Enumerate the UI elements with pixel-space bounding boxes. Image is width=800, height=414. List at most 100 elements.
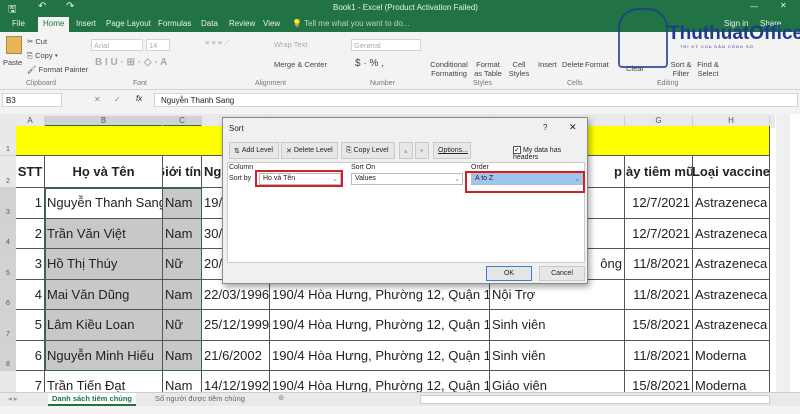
cell-f8[interactable]: Sinh viên — [490, 340, 625, 371]
cell-b8[interactable]: Nguyễn Minh Hiếu — [45, 340, 163, 371]
cell-a6[interactable]: 4 — [16, 279, 45, 310]
copy-button[interactable]: ⎘ Copy ▾ — [27, 51, 58, 61]
paste-icon[interactable] — [6, 36, 22, 54]
close-icon[interactable]: ✕ — [780, 1, 787, 10]
cell-g9[interactable]: 15/8/2021 — [625, 371, 693, 392]
row-header-3[interactable]: 3 — [0, 188, 16, 219]
horizontal-scrollbar[interactable] — [420, 395, 770, 404]
row-header-8[interactable]: 8 — [0, 340, 16, 371]
cell-c8[interactable]: Nam — [163, 340, 202, 371]
confirm-entry-icon[interactable]: ✓ — [114, 95, 121, 104]
format-painter-button[interactable]: 🖌 Format Painter — [27, 65, 88, 74]
add-sheet-icon[interactable]: ⊕ — [278, 393, 284, 402]
cell-f9[interactable]: Giáo viên — [490, 371, 625, 392]
cell-d7[interactable]: 25/12/1999 — [202, 310, 270, 341]
tab-home[interactable]: Home — [38, 17, 70, 32]
font-style-buttons[interactable]: B I U · ⊞ · ◇ · A — [95, 57, 167, 68]
tab-review[interactable]: Review — [229, 19, 255, 28]
merge-center-button[interactable]: Merge & Center — [274, 60, 327, 69]
header-cell-a[interactable]: STT — [16, 156, 45, 188]
cell-g6[interactable]: 11/8/2021 — [625, 279, 693, 310]
copy-level-button[interactable]: ⎘ Copy Level — [341, 142, 395, 159]
options-button[interactable]: Options... — [433, 142, 471, 159]
sheet-tab-active[interactable]: Danh sách tiêm chủng — [48, 393, 137, 406]
cell-e7[interactable]: 190/4 Hòa Hưng, Phường 12, Quận 10 — [270, 310, 490, 341]
cell-d9[interactable]: 14/12/1992 — [202, 371, 270, 392]
has-headers-checkbox[interactable]: ✓ My data has headers — [513, 146, 587, 161]
align-buttons[interactable]: ≡ ≡ ≡ ⟋ — [205, 38, 230, 48]
cell-b7[interactable]: Lâm Kiều Loan — [45, 310, 163, 341]
row-header-2[interactable]: 2 — [0, 156, 16, 188]
header-cell-h[interactable]: Loại vaccine — [693, 156, 770, 188]
insert-cells-button[interactable]: Insert — [538, 60, 557, 69]
cell-a4[interactable]: 2 — [16, 218, 45, 249]
cell-g5[interactable]: 11/8/2021 — [625, 249, 693, 280]
format-as-table-button[interactable]: Format as Table — [472, 60, 504, 78]
cell-e6[interactable]: 190/4 Hòa Hưng, Phường 12, Quận 10 — [270, 279, 490, 310]
ok-button[interactable]: OK — [486, 266, 532, 281]
cancel-entry-icon[interactable]: ✕ — [94, 95, 101, 104]
cell-c9[interactable]: Nam — [163, 371, 202, 392]
cell-a3[interactable]: 1 — [16, 188, 45, 219]
cell-b5[interactable]: Hồ Thị Thúy — [45, 249, 163, 280]
row-header-4[interactable]: 4 — [0, 218, 16, 249]
format-cells-button[interactable]: Format — [585, 60, 609, 69]
header-cell-b[interactable]: Họ và Tên — [45, 156, 163, 188]
wrap-text-button[interactable]: Wrap Text — [274, 40, 308, 49]
cell-c6[interactable]: Nam — [163, 279, 202, 310]
cut-button[interactable]: ✂ Cut — [27, 37, 47, 46]
move-up-button[interactable]: ▴ — [399, 142, 413, 159]
font-name-field[interactable]: Arial — [91, 39, 143, 51]
cell-g8[interactable]: 11/8/2021 — [625, 340, 693, 371]
currency-percent-buttons[interactable]: $ · % , — [355, 58, 384, 69]
cell-b3[interactable]: Nguyễn Thanh Sang — [45, 188, 163, 219]
cell-h4[interactable]: Astrazeneca — [693, 218, 770, 249]
sort-on-select[interactable]: Values ⌄ — [351, 173, 463, 185]
cell-f6[interactable]: Nội Trợ — [490, 279, 625, 310]
tab-formulas[interactable]: Formulas — [158, 19, 191, 28]
cell-a8[interactable]: 6 — [16, 340, 45, 371]
cell-e9[interactable]: 190/4 Hòa Hưng, Phường 12, Quận 10 — [270, 371, 490, 392]
cell-b4[interactable]: Trần Văn Việt — [45, 218, 163, 249]
insert-function-icon[interactable]: fx — [136, 94, 142, 103]
undo-icon[interactable]: ↶ — [38, 1, 46, 12]
cell-a9[interactable]: 7 — [16, 371, 45, 392]
row-header-9[interactable]: 9 — [0, 371, 16, 392]
cell-c7[interactable]: Nữ — [163, 310, 202, 341]
row-header-5[interactable]: 5 — [0, 249, 16, 280]
cell-f7[interactable]: Sinh viên — [490, 310, 625, 341]
tab-file[interactable]: File — [12, 19, 25, 28]
cell-b9[interactable]: Trần Tiến Đạt — [45, 371, 163, 392]
cell-b6[interactable]: Mai Văn Dũng — [45, 279, 163, 310]
cell-c3[interactable]: Nam — [163, 188, 202, 219]
cell-d8[interactable]: 21/6/2002 — [202, 340, 270, 371]
cell-h9[interactable]: Moderna — [693, 371, 770, 392]
tell-me-search[interactable]: 💡 Tell me what you want to do... — [292, 19, 409, 28]
sheet-nav-icon[interactable]: ◂ ▸ — [8, 394, 18, 403]
vertical-scrollbar[interactable] — [776, 114, 790, 392]
cell-a5[interactable]: 3 — [16, 249, 45, 280]
number-format-field[interactable]: General — [351, 39, 421, 51]
formula-input[interactable]: Nguyễn Thanh Sang — [154, 93, 798, 107]
cell-a7[interactable]: 5 — [16, 310, 45, 341]
name-box[interactable]: B3 — [2, 93, 62, 107]
sort-filter-button[interactable]: Sort & Filter — [668, 60, 694, 78]
cell-h7[interactable]: Astrazeneca — [693, 310, 770, 341]
conditional-formatting-button[interactable]: Conditional Formatting — [428, 60, 470, 78]
delete-level-button[interactable]: ✕ Delete Level — [281, 142, 338, 159]
cell-g4[interactable]: 12/7/2021 — [625, 218, 693, 249]
cell-h8[interactable]: Moderna — [693, 340, 770, 371]
cell-d6[interactable]: 22/03/1996 — [202, 279, 270, 310]
cell-h6[interactable]: Astrazeneca — [693, 279, 770, 310]
move-down-button[interactable]: ▾ — [415, 142, 429, 159]
cell-h3[interactable]: Astrazeneca — [693, 188, 770, 219]
delete-cells-button[interactable]: Delete — [562, 60, 584, 69]
paste-button[interactable]: Paste — [3, 58, 22, 67]
minimize-icon[interactable]: — — [750, 2, 758, 11]
row-header-1[interactable]: 1 — [0, 126, 16, 156]
cancel-button[interactable]: Cancel — [539, 266, 585, 281]
header-cell-g[interactable]: Ngày tiêm mũi 1 — [625, 156, 693, 188]
font-size-field[interactable]: 14 — [146, 39, 170, 51]
add-level-button[interactable]: ⇅ Add Level — [229, 142, 279, 159]
cell-styles-button[interactable]: Cell Styles — [506, 60, 532, 78]
